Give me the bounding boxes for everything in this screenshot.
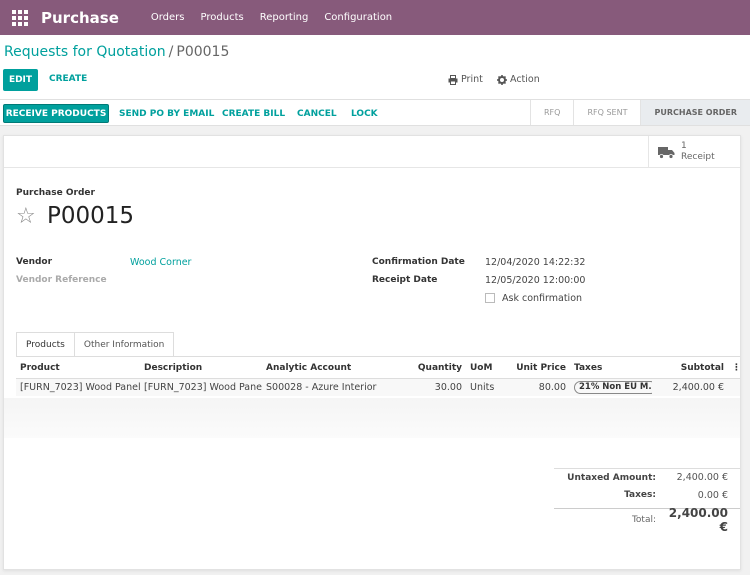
receipt-date-field[interactable]: 12/05/2020 12:00:00 <box>485 275 585 286</box>
cell-empty <box>728 378 740 396</box>
untaxed-value: 2,400.00 € <box>676 472 728 483</box>
untaxed-row: Untaxed Amount: 2,400.00 € <box>554 468 740 486</box>
receipt-count: 1 <box>681 141 687 151</box>
table-row[interactable]: [FURN_7023] Wood Panel [FURN_7023] Wood … <box>16 378 740 396</box>
optional-columns-icon[interactable]: ⋮ <box>728 358 740 379</box>
form-sheet: 1 Receipt Purchase Order ☆ P00015 Vendor… <box>3 135 741 570</box>
apps-menu-icon[interactable] <box>0 0 40 35</box>
create-bill-button[interactable]: CREATE BILL <box>222 104 285 123</box>
receipt-label: Receipt <box>681 152 715 162</box>
untaxed-label: Untaxed Amount: <box>567 472 656 483</box>
send-po-email-button[interactable]: SEND PO BY EMAIL <box>119 104 214 123</box>
stage-purchase-order[interactable]: PURCHASE ORDER <box>640 100 750 125</box>
lock-button[interactable]: LOCK <box>351 104 378 123</box>
col-subtotal[interactable]: Subtotal <box>652 358 728 379</box>
cell-unit-price[interactable]: 80.00 <box>508 378 570 396</box>
print-button[interactable]: Print <box>448 74 483 85</box>
taxes-value: 0.00 € <box>697 489 728 501</box>
tax-badge: 21% Non EU M. <box>574 380 652 394</box>
app-name[interactable]: Purchase <box>41 9 119 27</box>
menu-reporting[interactable]: Reporting <box>260 12 309 23</box>
col-description[interactable]: Description <box>140 358 262 379</box>
print-label: Print <box>461 74 483 85</box>
stage-rfq[interactable]: RFQ <box>530 100 573 125</box>
order-lines-table: Product Description Analytic Account Qua… <box>16 358 740 396</box>
doc-type-label: Purchase Order <box>16 188 95 198</box>
cancel-button[interactable]: CANCEL <box>297 104 337 123</box>
breadcrumb: Requests for Quotation / P00015 <box>4 44 229 60</box>
taxes-label: Taxes: <box>624 490 656 500</box>
totals-panel: Untaxed Amount: 2,400.00 € Taxes: 0.00 €… <box>554 468 740 534</box>
cell-quantity[interactable]: 30.00 <box>386 378 466 396</box>
total-row: Total: 2,400.00 € <box>554 506 740 534</box>
taxes-row: Taxes: 0.00 € <box>554 486 740 504</box>
stage-rfq-sent[interactable]: RFQ SENT <box>573 100 640 125</box>
col-unit-price[interactable]: Unit Price <box>508 358 570 379</box>
tab-products[interactable]: Products <box>16 332 75 357</box>
empty-table-rows <box>4 398 740 438</box>
confirmation-date-label: Confirmation Date <box>372 257 465 267</box>
col-product[interactable]: Product <box>16 358 140 379</box>
col-taxes[interactable]: Taxes <box>570 358 652 379</box>
vendor-label: Vendor <box>16 257 53 267</box>
cell-subtotal: 2,400.00 € <box>652 378 728 396</box>
breadcrumb-parent[interactable]: Requests for Quotation <box>4 44 166 60</box>
ask-confirmation-checkbox[interactable] <box>485 293 495 303</box>
notebook-tabs: Products Other Information <box>16 332 175 357</box>
vendor-reference-label: Vendor Reference <box>16 275 107 285</box>
menu-orders[interactable]: Orders <box>151 12 185 23</box>
confirmation-date-field[interactable]: 12/04/2020 14:22:32 <box>485 257 585 268</box>
vendor-field[interactable]: Wood Corner <box>130 257 191 268</box>
receipt-smart-button[interactable]: 1 Receipt <box>648 136 740 168</box>
col-quantity[interactable]: Quantity <box>386 358 466 379</box>
ask-confirmation-label: Ask confirmation <box>502 293 583 304</box>
cell-uom[interactable]: Units <box>466 378 508 396</box>
form-statusbar: RECEIVE PRODUCTS SEND PO BY EMAIL CREATE… <box>0 99 750 126</box>
cell-product[interactable]: [FURN_7023] Wood Panel <box>16 378 140 396</box>
stage-pipeline: RFQ RFQ SENT PURCHASE ORDER <box>530 100 750 125</box>
print-icon <box>448 74 458 85</box>
po-name: P00015 <box>47 203 135 229</box>
create-button[interactable]: CREATE <box>49 74 87 84</box>
total-label: Total: <box>631 514 656 525</box>
receive-products-button[interactable]: RECEIVE PRODUCTS <box>3 104 109 123</box>
tab-divider <box>16 356 740 357</box>
cell-analytic-account[interactable]: S00028 - Azure Interior <box>262 378 386 396</box>
truck-icon <box>658 146 675 159</box>
menu-configuration[interactable]: Configuration <box>324 12 392 23</box>
breadcrumb-separator: / <box>168 44 174 60</box>
total-value: 2,400.00 € <box>668 505 728 534</box>
button-box: 1 Receipt <box>4 136 740 168</box>
tab-other-information[interactable]: Other Information <box>74 332 175 357</box>
cell-description[interactable]: [FURN_7023] Wood Panel <box>140 378 262 396</box>
action-button[interactable]: Action <box>497 74 540 85</box>
star-icon[interactable]: ☆ <box>16 206 36 228</box>
action-label: Action <box>510 74 540 85</box>
menu-products[interactable]: Products <box>201 12 244 23</box>
gear-icon <box>497 74 507 85</box>
top-navbar: Purchase Orders Products Reporting Confi… <box>0 0 750 35</box>
edit-button[interactable]: EDIT <box>3 69 38 91</box>
col-analytic-account[interactable]: Analytic Account <box>262 358 386 379</box>
breadcrumb-current: P00015 <box>176 44 230 60</box>
table-header-row: Product Description Analytic Account Qua… <box>16 358 740 379</box>
cell-taxes[interactable]: 21% Non EU M. <box>570 378 652 396</box>
receipt-date-label: Receipt Date <box>372 275 438 285</box>
col-uom[interactable]: UoM <box>466 358 508 379</box>
